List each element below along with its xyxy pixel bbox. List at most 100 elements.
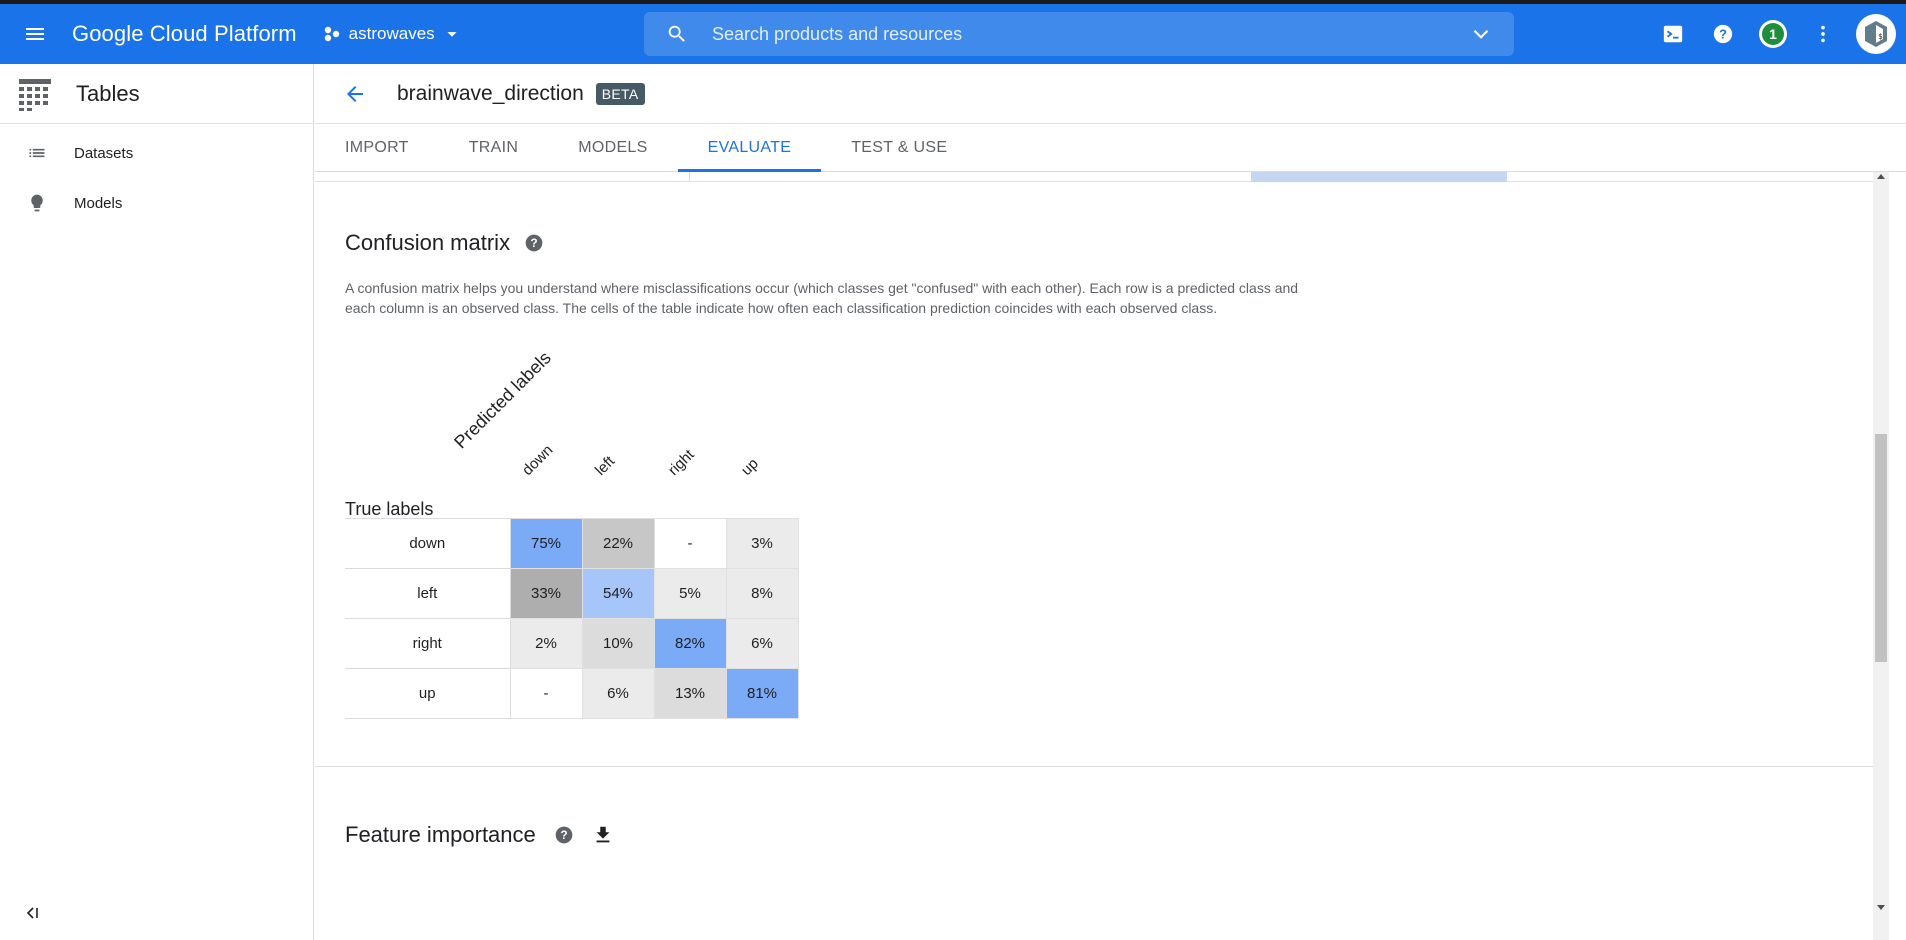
sidebar-header: Tables (0, 64, 313, 124)
left-sidebar: Tables Datasets Models (0, 64, 314, 940)
help-icon[interactable]: ? (524, 233, 544, 253)
chevron-down-icon[interactable] (1468, 21, 1494, 47)
page-title: brainwave_direction (397, 81, 584, 105)
column-header: down (518, 441, 557, 479)
main-content: brainwave_direction BETA IMPORT TRAIN MO… (315, 64, 1906, 940)
svg-text:?: ? (560, 829, 567, 842)
project-dots-icon (324, 26, 339, 42)
matrix-cell: 33% (509, 568, 583, 619)
feature-importance-title: Feature importance ? (345, 822, 614, 848)
table-row: up -6% 13% 81% (345, 668, 799, 719)
more-options-button[interactable] (1798, 9, 1848, 59)
back-button[interactable] (333, 72, 377, 116)
confusion-matrix-title: Confusion matrix ? (345, 230, 544, 256)
tables-product-icon (19, 78, 51, 111)
matrix-cell: 82% (653, 618, 727, 669)
confusion-matrix-description: A confusion matrix helps you understand … (345, 280, 1299, 316)
tab-evaluate[interactable]: EVALUATE (677, 124, 822, 172)
matrix-cell: 5% (653, 568, 727, 619)
project-selector[interactable]: astrowaves (323, 23, 471, 45)
beta-badge: BETA (595, 82, 645, 105)
matrix-cell: 81% (725, 668, 799, 719)
section-title: Feature importance (345, 822, 536, 847)
matrix-cell: 75% (509, 518, 583, 569)
menu-button[interactable] (13, 12, 57, 56)
sidebar-item-label: Models (74, 194, 123, 212)
search-input[interactable]: Search products and resources (712, 24, 1468, 45)
tab-models[interactable]: MODELS (548, 124, 677, 171)
table-row: down 75% 22% -3% (345, 518, 799, 569)
predicted-labels-heading: Predicted labels (450, 347, 555, 453)
svg-text:$: $ (1878, 32, 1883, 41)
notifications-button[interactable]: 1 (1748, 9, 1798, 59)
matrix-cell: 10% (581, 618, 655, 669)
sidebar-item-models[interactable]: Models (0, 178, 313, 228)
matrix-cell: - (653, 518, 727, 569)
tab-import[interactable]: IMPORT (315, 124, 439, 171)
row-label: down (345, 518, 511, 569)
vertical-scrollbar[interactable] (1873, 172, 1889, 940)
scroll-up-arrow[interactable] (1877, 174, 1885, 179)
collapse-sidebar-button[interactable] (24, 905, 40, 926)
matrix-cell: 2% (509, 618, 583, 669)
row-label: left (345, 568, 511, 619)
scrollbar-thumb[interactable] (1875, 434, 1887, 662)
row-label: up (345, 668, 511, 719)
download-icon[interactable] (592, 824, 614, 846)
help-button[interactable]: ? (1698, 9, 1748, 59)
notification-count: 1 (1762, 23, 1784, 45)
lightbulb-icon (0, 193, 74, 213)
matrix-cell: 22% (581, 518, 655, 569)
matrix-cell: 54% (581, 568, 655, 619)
account-avatar[interactable]: $ (1856, 14, 1896, 54)
project-name: astrowaves (348, 24, 435, 43)
top-app-bar: Google Cloud Platform astrowaves Search … (0, 4, 1906, 64)
collapse-left-icon (26, 907, 38, 919)
brand-title[interactable]: Google Cloud Platform (72, 21, 297, 47)
sidebar-item-label: Datasets (74, 144, 134, 162)
arrow-back-icon (347, 85, 363, 102)
more-vert-icon (1821, 25, 1825, 43)
terminal-icon (1663, 25, 1683, 43)
true-labels-heading: True labels (345, 499, 434, 519)
table-row: right 2% 10% 82% 6% (345, 618, 799, 669)
matrix-cell: 3% (725, 518, 799, 569)
search-bar[interactable]: Search products and resources (644, 12, 1514, 56)
section-title: Confusion matrix (345, 230, 511, 255)
evaluation-panel: Confusion matrix ? A confusion matrix he… (315, 172, 1906, 940)
avatar-hexagon-icon: $ (1865, 21, 1887, 47)
matrix-cell: 6% (581, 668, 655, 719)
matrix-cell: 6% (725, 618, 799, 669)
help-icon[interactable]: ? (554, 825, 574, 845)
content-header: brainwave_direction BETA (315, 64, 1906, 124)
tab-bar: IMPORT TRAIN MODELS EVALUATE TEST & USE (315, 124, 1906, 172)
svg-text:?: ? (1719, 27, 1727, 42)
help-icon: ? (1713, 24, 1733, 44)
fragment-divider (689, 172, 690, 182)
sidebar-title: Tables (76, 80, 140, 106)
caret-down-icon (447, 32, 457, 37)
matrix-cell: 13% (653, 668, 727, 719)
column-header: right (664, 446, 698, 479)
cloud-shell-button[interactable] (1648, 9, 1698, 59)
list-icon (0, 143, 74, 163)
matrix-cell: - (509, 668, 583, 719)
table-row: left 33% 54% 5% 8% (345, 568, 799, 619)
column-header: left (591, 452, 619, 479)
section-divider (315, 766, 1873, 767)
sidebar-item-datasets[interactable]: Datasets (0, 128, 313, 178)
scroll-down-arrow[interactable] (1877, 905, 1885, 910)
row-label: right (345, 618, 511, 669)
notification-badge: 1 (1759, 20, 1787, 48)
fragment-chart-bars (1251, 172, 1507, 182)
matrix-cell: 8% (725, 568, 799, 619)
previous-section-fragment (315, 172, 1873, 182)
confusion-matrix-table: down 75% 22% -3% left 33% 54% 5% 8% right 2% 10% 82%… (345, 518, 799, 719)
column-header: up (737, 455, 762, 479)
hamburger-icon (26, 28, 44, 40)
svg-text:?: ? (531, 237, 538, 250)
search-icon (668, 25, 685, 42)
tab-test-and-use[interactable]: TEST & USE (821, 124, 977, 171)
tab-train[interactable]: TRAIN (439, 124, 549, 171)
toolbar-actions: ? 1 $ (1648, 4, 1906, 64)
